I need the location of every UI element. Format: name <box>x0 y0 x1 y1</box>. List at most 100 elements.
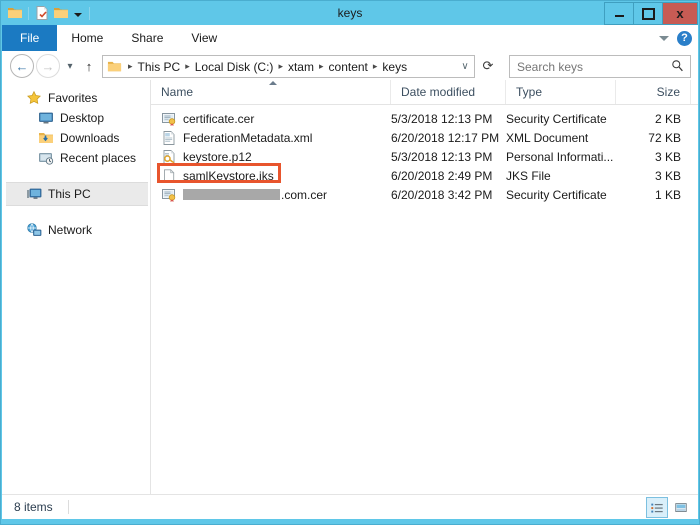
breadcrumb-local-disk[interactable]: Local Disk (C:) <box>193 60 276 74</box>
qat-separator <box>28 7 29 20</box>
breadcrumb-content[interactable]: content <box>327 60 370 74</box>
breadcrumb-xtam[interactable]: xtam <box>286 60 316 74</box>
file-type-cell: Security Certificate <box>506 188 616 202</box>
file-name-cell[interactable]: samlKeystore.jks <box>151 168 391 184</box>
properties-icon[interactable] <box>34 5 50 21</box>
tab-view[interactable]: View <box>177 25 231 51</box>
tab-share[interactable]: Share <box>117 25 177 51</box>
breadcrumb-separator-2: ▸ <box>275 61 286 72</box>
back-button[interactable]: ← <box>10 54 34 78</box>
table-row[interactable]: keystore.p12 5/3/2018 12:13 PM Personal … <box>151 147 698 166</box>
sidebar-item-downloads[interactable]: Downloads <box>2 128 150 148</box>
tab-home[interactable]: Home <box>57 25 117 51</box>
sidebar-item-label-network: Network <box>48 223 92 237</box>
chevron-down-icon[interactable] <box>659 36 669 41</box>
minimize-icon <box>615 15 624 17</box>
file-name-label: .com.cer <box>281 188 327 202</box>
sidebar-item-this-pc[interactable]: This PC <box>6 182 148 206</box>
refresh-button[interactable]: ⟳ <box>474 55 502 76</box>
table-row[interactable]: samlKeystore.jks 6/20/2018 2:49 PM JKS F… <box>151 166 698 185</box>
minimize-button[interactable] <box>604 2 633 25</box>
view-toggle-buttons <box>646 497 692 518</box>
help-icon[interactable]: ? <box>677 31 692 46</box>
file-name-label: FederationMetadata.xml <box>183 131 312 145</box>
file-type-cell: Security Certificate <box>506 112 616 126</box>
table-row[interactable]: FederationMetadata.xml 6/20/2018 12:17 P… <box>151 128 698 147</box>
breadcrumb-separator-3: ▸ <box>316 61 327 72</box>
network-icon <box>26 222 42 238</box>
address-bar[interactable]: ▸ This PC ▸ Local Disk (C:) ▸ xtam ▸ con… <box>102 55 475 78</box>
sidebar-item-recent-places[interactable]: Recent places <box>2 148 150 168</box>
file-date-cell: 5/3/2018 12:13 PM <box>391 112 506 126</box>
close-icon: x <box>676 7 683 20</box>
large-icons-view-button[interactable] <box>670 497 692 518</box>
file-date-cell: 6/20/2018 3:42 PM <box>391 188 506 202</box>
table-row[interactable]: .com.cer 6/20/2018 3:42 PM Security Cert… <box>151 185 698 204</box>
search-input[interactable]: Search keys <box>510 60 583 74</box>
file-name-cell[interactable]: keystore.p12 <box>151 149 391 165</box>
file-name-cell[interactable]: certificate.cer <box>151 111 391 127</box>
status-bar: 8 items <box>2 494 698 519</box>
file-type-cell: JKS File <box>506 169 616 183</box>
table-row[interactable]: certificate.cer 5/3/2018 12:13 PM Securi… <box>151 109 698 128</box>
column-header-name-label: Name <box>161 85 193 99</box>
address-folder-icon <box>103 59 125 74</box>
sidebar-item-label-this-pc: This PC <box>48 187 91 201</box>
status-separator <box>68 500 69 514</box>
forward-button[interactable]: → <box>36 54 60 78</box>
tab-file[interactable]: File <box>2 25 57 51</box>
qat-separator-2 <box>89 7 90 20</box>
certificate-file-icon <box>161 187 177 203</box>
folder-icon[interactable] <box>7 5 23 21</box>
column-header-size[interactable]: Size <box>616 80 691 104</box>
column-header-date-modified[interactable]: Date modified <box>391 80 506 104</box>
breadcrumb-this-pc[interactable]: This PC <box>136 60 183 74</box>
breadcrumb-separator-1: ▸ <box>182 61 193 72</box>
redaction-bar <box>183 189 280 200</box>
sidebar-item-network[interactable]: Network <box>2 220 150 240</box>
desktop-icon <box>38 110 54 126</box>
up-button[interactable]: ↑ <box>80 55 98 77</box>
sidebar-item-favorites[interactable]: Favorites <box>2 88 150 108</box>
column-header-name[interactable]: Name <box>151 80 391 104</box>
ribbon-tab-bar: File Home Share View ? <box>2 25 698 51</box>
sort-ascending-icon <box>269 81 277 85</box>
search-box[interactable]: Search keys <box>509 55 691 78</box>
file-name-label: certificate.cer <box>183 112 254 126</box>
nav-group-favorites: Favorites Desktop <box>2 80 150 168</box>
maximize-button[interactable] <box>633 2 662 25</box>
file-size-cell: 72 KB <box>616 131 691 145</box>
xml-file-icon <box>161 130 177 146</box>
file-date-cell: 5/3/2018 12:13 PM <box>391 150 506 164</box>
window-controls: x <box>604 2 698 23</box>
navigation-pane: Favorites Desktop <box>2 80 151 494</box>
breadcrumb-separator-0: ▸ <box>125 61 136 72</box>
file-list-pane: Name Date modified Type Size <box>151 80 698 494</box>
nav-spacer-2 <box>2 206 150 220</box>
ribbon-right-controls: ? <box>659 25 692 51</box>
navigation-buttons: ← → ▾ ↑ <box>10 54 98 78</box>
column-header-type[interactable]: Type <box>506 80 616 104</box>
search-icon <box>671 59 684 75</box>
file-explorer-window: keys <box>0 0 700 525</box>
star-icon <box>26 90 42 106</box>
sidebar-item-label-desktop: Desktop <box>60 111 104 125</box>
file-name-cell[interactable]: .com.cer <box>151 187 391 203</box>
new-folder-icon[interactable] <box>53 5 69 21</box>
sidebar-item-desktop[interactable]: Desktop <box>2 108 150 128</box>
breadcrumb-separator-4: ▸ <box>370 61 381 72</box>
file-name-cell[interactable]: FederationMetadata.xml <box>151 130 391 146</box>
close-button[interactable]: x <box>662 2 698 25</box>
details-view-button[interactable] <box>646 497 668 518</box>
downloads-icon <box>38 130 54 146</box>
recent-locations-button[interactable]: ▾ <box>62 55 78 77</box>
generic-file-icon <box>161 168 177 184</box>
status-item-count: 8 items <box>14 495 53 519</box>
column-header-row: Name Date modified Type Size <box>151 80 698 105</box>
breadcrumb-keys[interactable]: keys <box>380 60 409 74</box>
file-size-cell: 3 KB <box>616 150 691 164</box>
file-name-label: samlKeystore.jks <box>183 169 274 183</box>
file-date-cell: 6/20/2018 12:17 PM <box>391 131 506 145</box>
customize-caret-icon[interactable] <box>74 13 82 17</box>
address-dropdown-icon[interactable]: ∨ <box>456 61 474 72</box>
